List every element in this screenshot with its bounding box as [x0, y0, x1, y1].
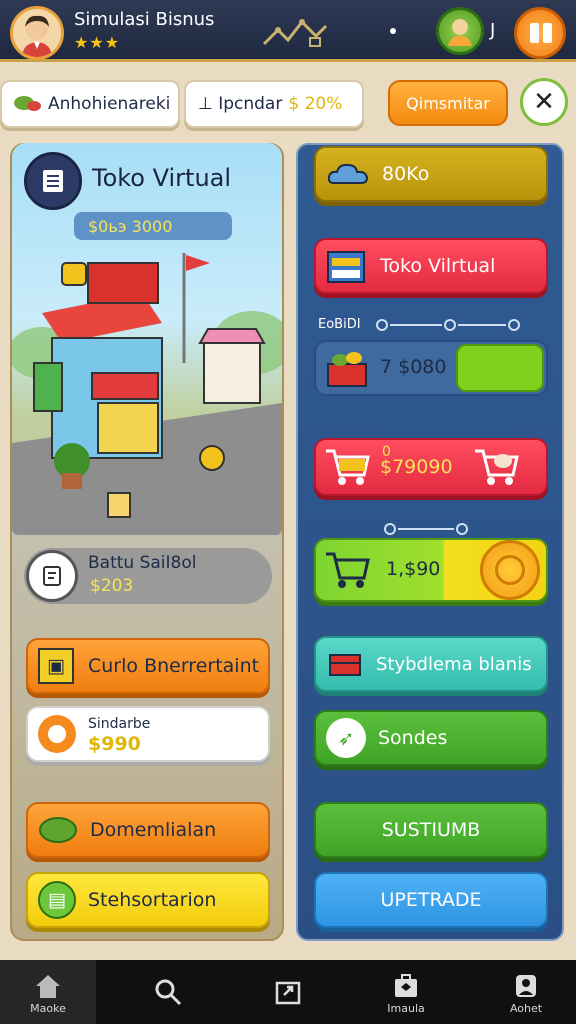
rating-stars: ★★★ — [74, 33, 121, 52]
cloud-icon — [327, 163, 369, 184]
cart-prefix: 0 — [382, 444, 391, 460]
game-title: Simulasi Bisnus — [74, 9, 215, 30]
gold-coin-icon — [480, 540, 540, 600]
box-icon — [329, 654, 361, 676]
shopping-cart-icon-2 — [474, 449, 519, 485]
player-avatar[interactable] — [10, 6, 64, 60]
right-button-4-label: Sondes — [378, 727, 448, 749]
right-button-2-label: Toko Vilrtual — [380, 255, 496, 277]
home-icon — [33, 970, 63, 1002]
produce-card-action[interactable] — [456, 344, 544, 392]
shopping-cart-icon — [326, 449, 370, 485]
chat-icon: ▤ — [38, 881, 76, 919]
send-icon: ➶ — [326, 718, 366, 758]
search-icon — [153, 976, 183, 1008]
right-button-4[interactable]: ➶ Sondes — [314, 710, 548, 766]
left-button-4-label: Stehsortarion — [88, 889, 217, 911]
close-button[interactable]: ✕ — [520, 78, 568, 126]
right-button-1[interactable]: 80Ko — [314, 146, 548, 202]
coin-ring-icon — [38, 715, 76, 753]
left-button-2[interactable]: Sindarbe $990 — [26, 706, 270, 762]
resource-pill-left[interactable]: Anhohienareki — [0, 80, 180, 128]
right-button-2[interactable]: Toko Vilrtual — [314, 238, 548, 294]
pause-icon — [530, 23, 539, 43]
top-bar: Simulasi Bisnus ★★★ J — [0, 0, 576, 62]
briefcase-icon — [391, 970, 421, 1002]
upload-icon — [273, 976, 303, 1008]
ledger-icon — [26, 550, 78, 602]
right-button-5[interactable]: SUSTIUMB — [314, 802, 548, 858]
nav-item-home-label: Maoke — [30, 1001, 66, 1015]
right-button-5-label: SUSTIUMB — [381, 819, 481, 841]
resource-pill-right-label: ⊥ Ipcndar — [198, 94, 283, 114]
nav-item-account[interactable]: Aohet — [478, 960, 574, 1024]
left-button-2-value: $990 — [88, 733, 141, 755]
nav-item-business[interactable]: Imaula — [358, 960, 454, 1024]
user-icon — [511, 970, 541, 1002]
right-button-3-label: Stybdlema blanis — [376, 653, 532, 675]
left-button-3-label: Domemlialan — [90, 819, 217, 841]
left-button-3[interactable]: Domemlialan — [26, 802, 270, 858]
produce-basket-icon — [327, 352, 367, 387]
resource-pill-right-value: $ 20% — [288, 94, 343, 114]
produce-card[interactable]: 7 $080 — [314, 340, 548, 396]
coin-card-value: 1,$90 — [386, 558, 441, 580]
cart-icon — [326, 552, 370, 588]
nav-item-account-label: Aohet — [509, 1001, 543, 1015]
left-button-1-label: Curlo Bnerrertaint — [88, 655, 260, 677]
left-button-2-sub: Sindarbe — [88, 716, 151, 732]
store-price: $0ьэ 3000 — [74, 212, 232, 240]
progress-slider[interactable] — [316, 312, 546, 338]
close-icon: ✕ — [533, 87, 555, 117]
nav-item-business-label: Imaula — [387, 1001, 425, 1015]
frame-icon: ▣ — [38, 648, 74, 684]
pause-button[interactable] — [514, 7, 566, 59]
leaf-icon — [39, 817, 77, 843]
resource-pill-left-label: Anhohienareki — [48, 94, 171, 114]
left-button-4[interactable]: ▤ Stehsortarion — [26, 872, 270, 928]
stat-label: Battu SaiI8ol — [88, 553, 197, 573]
right-button-6-label: UPETRADE — [380, 889, 482, 911]
logo-doodle-icon — [262, 19, 328, 47]
secondary-bar: Anhohienareki ⊥ Ipcndar $ 20% Qimsmitar … — [0, 66, 576, 136]
stat-value: $203 — [90, 576, 134, 596]
nav-item-home[interactable]: Maoke — [0, 960, 96, 1024]
store-title: Toko Virtual — [92, 164, 232, 192]
right-button-1-label: 80Ko — [382, 163, 430, 185]
right-button-6[interactable]: UPETRADE — [314, 872, 548, 928]
indicator-dot — [390, 28, 396, 34]
store-box-icon — [327, 251, 365, 283]
plant-icon — [14, 96, 41, 111]
bottom-nav: Maoke Imaula Aohet — [0, 960, 576, 1024]
left-button-1[interactable]: ▣ Curlo Bnerrertaint — [26, 638, 270, 694]
right-button-3[interactable]: Stybdlema blanis — [314, 636, 548, 692]
counter-text: J — [490, 20, 496, 41]
store-icon[interactable] — [24, 152, 82, 210]
settings-orange-button[interactable]: Qimsmitar — [388, 80, 508, 126]
resource-pill-right[interactable]: ⊥ Ipcndar $ 20% — [184, 80, 364, 128]
progress-connector — [384, 523, 468, 535]
friend-profile-button[interactable] — [436, 7, 484, 55]
produce-card-value: 7 $080 — [380, 356, 447, 378]
nav-item-upload[interactable] — [240, 960, 336, 1024]
nav-item-search[interactable] — [120, 960, 216, 1024]
cart-red-card[interactable]: 0 $79090 — [314, 438, 548, 496]
